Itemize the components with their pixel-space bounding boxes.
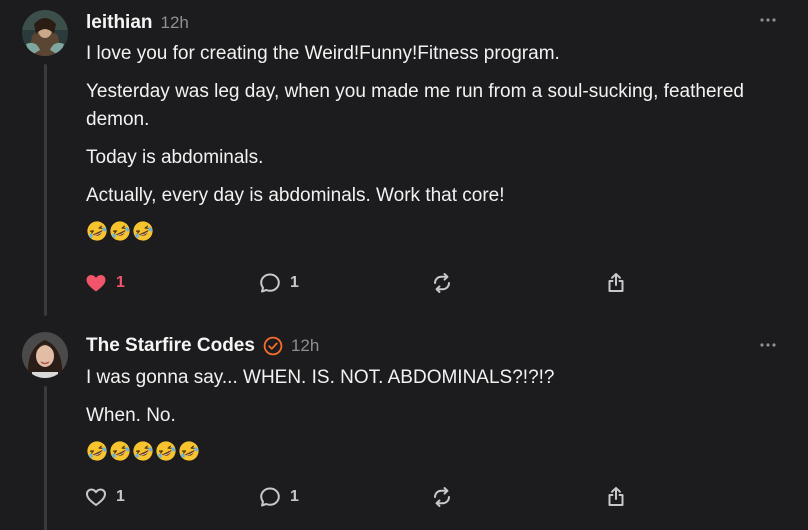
- emoji-row: [86, 220, 786, 242]
- verified-badge-icon: [263, 336, 283, 356]
- post-paragraph: Today is abdominals.: [86, 147, 264, 168]
- post-actions: 1 1: [84, 270, 644, 296]
- like-count: 1: [116, 488, 125, 505]
- emoji-row: [86, 440, 786, 462]
- thread-line: [44, 386, 47, 530]
- rolling-on-floor-laughing-emoji: [110, 441, 130, 461]
- heart-filled-icon: [86, 275, 106, 292]
- share-icon: [608, 273, 624, 292]
- post-actions: 1 1: [84, 484, 644, 510]
- share-icon: [608, 487, 624, 506]
- timestamp[interactable]: 12h: [291, 336, 319, 356]
- rolling-on-floor-laughing-emoji: [156, 441, 176, 461]
- thread-line: [44, 64, 47, 316]
- timestamp[interactable]: 12h: [161, 13, 189, 33]
- reply-button[interactable]: 1: [258, 484, 299, 510]
- rolling-on-floor-laughing-emoji: [87, 441, 107, 461]
- post-paragraph: I was gonna say... WHEN. IS. NOT. ABDOMI…: [86, 367, 555, 388]
- heart-outline-icon: [86, 488, 106, 506]
- share-button[interactable]: [604, 270, 628, 296]
- avatar[interactable]: [22, 10, 68, 56]
- rolling-on-floor-laughing-emoji: [110, 221, 130, 241]
- thread: leithian 12h I love you for creating the…: [0, 0, 808, 530]
- rolling-on-floor-laughing-emoji: [179, 441, 199, 461]
- avatar[interactable]: [22, 332, 68, 378]
- like-button[interactable]: 1: [84, 484, 125, 510]
- post-paragraph: Actually, every day is abdominals. Work …: [86, 185, 505, 206]
- repost-icon: [434, 273, 450, 293]
- speech-bubble-icon: [260, 273, 280, 293]
- repost-button[interactable]: [430, 270, 454, 296]
- rolling-on-floor-laughing-emoji: [133, 221, 153, 241]
- more-options-icon[interactable]: [758, 337, 778, 353]
- post-paragraph: I love you for creating the Weird!Funny!…: [86, 43, 560, 64]
- reply-button[interactable]: 1: [258, 270, 299, 296]
- post-body: I love you for creating the Weird!Funny!…: [86, 40, 786, 242]
- more-options-icon[interactable]: [758, 12, 778, 28]
- post-body: I was gonna say... WHEN. IS. NOT. ABDOMI…: [86, 364, 786, 462]
- speech-bubble-icon: [260, 487, 280, 507]
- share-button[interactable]: [604, 484, 628, 510]
- like-button[interactable]: 1: [84, 270, 125, 296]
- username[interactable]: The Starfire Codes: [86, 335, 255, 357]
- repost-button[interactable]: [430, 484, 454, 510]
- username[interactable]: leithian: [86, 12, 153, 34]
- post-header: leithian 12h: [86, 10, 189, 36]
- repost-icon: [434, 487, 450, 507]
- post-paragraph: When. No.: [86, 405, 176, 426]
- reply-count: 1: [290, 274, 299, 291]
- post: The Starfire Codes 12h I was gonna say..…: [0, 320, 808, 530]
- like-count: 1: [116, 274, 125, 291]
- rolling-on-floor-laughing-emoji: [87, 221, 107, 241]
- post-paragraph: Yesterday was leg day, when you made me …: [86, 81, 744, 130]
- rolling-on-floor-laughing-emoji: [133, 441, 153, 461]
- post: leithian 12h I love you for creating the…: [0, 0, 808, 320]
- post-header: The Starfire Codes 12h: [86, 333, 319, 359]
- reply-count: 1: [290, 488, 299, 505]
